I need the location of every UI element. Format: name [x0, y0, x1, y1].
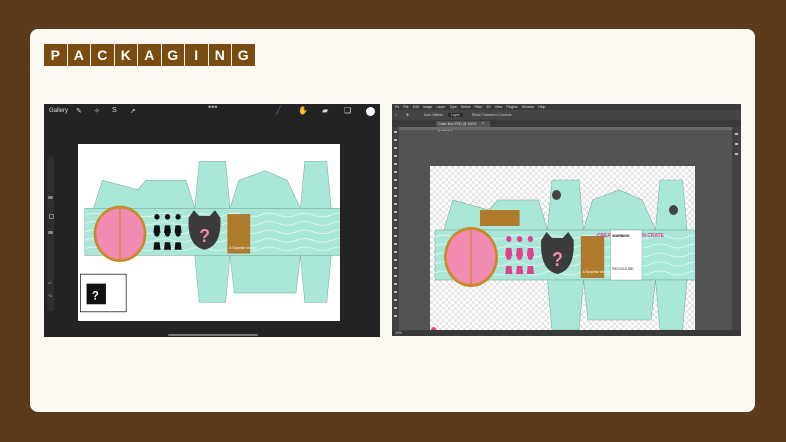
title-letter: I	[185, 44, 208, 66]
panel-text: A Surprise Inside!	[229, 246, 256, 250]
title-letter: K	[114, 44, 137, 66]
top-flap	[93, 179, 196, 209]
slide-card: P A C K A G I N G Gallery ✎ ✧ S ➚ ••• ╱ …	[30, 29, 755, 412]
status-bar: 26%	[392, 330, 741, 336]
bottom-flap	[300, 255, 332, 303]
side-flap-top	[547, 179, 584, 231]
horizontal-ruler	[399, 127, 732, 130]
bottom-flap	[194, 255, 231, 303]
dark-dot	[669, 205, 678, 215]
procreate-canvas[interactable]: ? A Surprise Inside!?	[78, 144, 340, 321]
eraser-icon[interactable]: ▰	[322, 106, 328, 115]
document-tabs: Outer Box.PSD @ 100% (RGB/8*) ×	[392, 120, 741, 132]
zoom-level: 26%	[395, 331, 403, 335]
layers-icon[interactable]: ❏	[344, 106, 351, 115]
bottom-flap	[655, 279, 688, 331]
title-letter: G	[161, 44, 184, 66]
move-tool-icon[interactable]: ✥	[406, 113, 409, 117]
dark-dot	[552, 190, 561, 200]
box-dieline-artwork: ?A Surprise Inside!CREATE YOUR OWN CRATE…	[430, 179, 695, 336]
panel-text: A Surprise Inside!	[583, 270, 611, 274]
gallery-button[interactable]: Gallery	[49, 108, 68, 114]
box-art-group: ? A Surprise Inside!?	[80, 161, 340, 313]
transform-icon[interactable]: ➚	[130, 107, 136, 115]
brand-panel	[480, 210, 520, 226]
box-dieline-sketch: ? A Surprise Inside!?	[80, 161, 340, 313]
close-tab-icon[interactable]: ×	[482, 120, 484, 125]
top-flap	[229, 170, 301, 209]
title-letter: P	[44, 44, 67, 66]
show-transform-checkbox[interactable]: Show Transform Controls	[472, 113, 512, 117]
mini-question-mark: ?	[92, 288, 99, 302]
selection-icon[interactable]: S	[112, 107, 117, 114]
more-dots-icon[interactable]: •••	[208, 104, 217, 112]
photoshop-screenshot: Ps File Edit Image Layer Type Select Fil…	[392, 104, 741, 336]
options-bar: ⌂ ✥ Auto-Select: Layer Show Transform Co…	[392, 110, 741, 120]
side-flap-top	[655, 179, 688, 231]
side-flap-top	[194, 161, 231, 209]
mystery-mark: ?	[199, 226, 210, 247]
mystery-mark: ?	[552, 249, 563, 271]
title-letter: C	[91, 44, 114, 66]
title-letter: A	[67, 44, 90, 66]
box-art-group: ?A Surprise Inside!CREATE YOUR OWN CRATE…	[430, 179, 695, 336]
photoshop-canvas[interactable]: ?A Surprise Inside!CREATE YOUR OWN CRATE…	[430, 166, 695, 336]
brush-icon[interactable]: ╱	[276, 106, 281, 115]
bottom-flap	[583, 279, 656, 321]
procreate-sidebar[interactable]: ↶ ↷	[47, 156, 54, 311]
title-letter: N	[208, 44, 231, 66]
procreate-toolbar: Gallery ✎ ✧ S ➚ ••• ╱ ✋ ▰ ❏	[44, 104, 380, 118]
layer-select[interactable]: Layer	[448, 113, 463, 117]
home-icon[interactable]: ⌂	[395, 113, 397, 117]
bottom-flap	[547, 279, 584, 331]
home-indicator	[168, 334, 258, 336]
recycle-label: RECYCLE ME!	[612, 267, 633, 271]
procreate-screenshot: Gallery ✎ ✧ S ➚ ••• ╱ ✋ ▰ ❏ ↶ ↷ ? A Surpr…	[44, 104, 380, 337]
title-letter: A	[138, 44, 161, 66]
side-flap-top	[300, 161, 332, 209]
top-flap	[583, 189, 656, 231]
magic-wand-icon[interactable]: ✧	[94, 107, 100, 115]
bottom-flap	[229, 255, 301, 294]
section-title: P A C K A G I N G	[44, 44, 255, 66]
auto-select-label[interactable]: Auto-Select:	[424, 113, 443, 117]
smudge-icon[interactable]: ✋	[298, 106, 308, 115]
right-panel-strip[interactable]	[732, 127, 741, 330]
side-panel-title: WARNING	[612, 234, 629, 238]
color-icon[interactable]	[366, 107, 375, 116]
title-letter: G	[232, 44, 255, 66]
wrench-icon[interactable]: ✎	[76, 107, 82, 115]
tools-panel[interactable]	[392, 127, 399, 330]
